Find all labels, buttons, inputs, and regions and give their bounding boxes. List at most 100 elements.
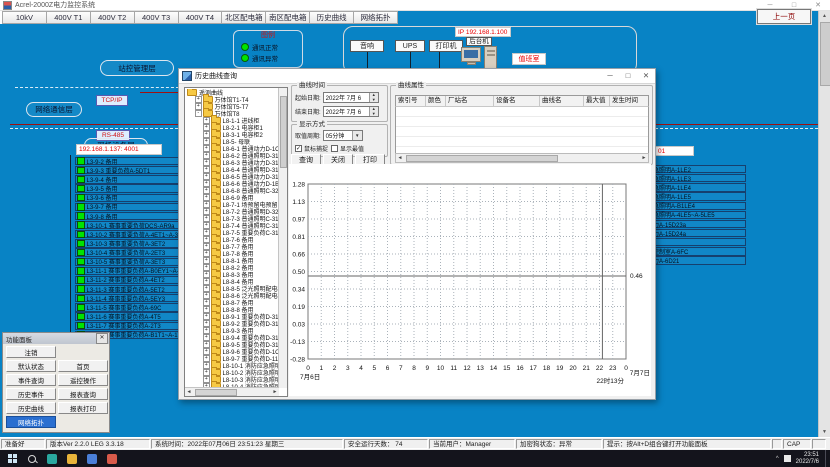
expand-toggle-icon[interactable]: +	[203, 271, 210, 278]
start-date-picker[interactable]: 2022年 7月 6 ▲▼	[323, 92, 379, 103]
tab-历史曲线[interactable]: 历史曲线	[310, 11, 354, 24]
device-row[interactable]: L3-11-6 赛事重要负荷A-4T5	[75, 312, 179, 320]
expand-toggle-icon[interactable]: +	[203, 194, 210, 201]
dialog-close-button[interactable]: ✕	[637, 69, 655, 83]
expand-toggle-icon[interactable]: +	[203, 222, 210, 229]
device-row[interactable]: 急照明A-4LE5~A-5LE5	[650, 211, 746, 219]
table-row[interactable]	[396, 127, 648, 137]
expand-toggle-icon[interactable]: +	[203, 180, 210, 187]
expand-toggle-icon[interactable]: +	[203, 243, 210, 250]
tab-400V T3[interactable]: 400V T3	[135, 11, 179, 24]
expand-toggle-icon[interactable]: +	[203, 376, 210, 383]
expand-toggle-icon[interactable]: +	[203, 264, 210, 271]
spinner-icon[interactable]: ▲▼	[369, 107, 378, 116]
table-row[interactable]	[396, 137, 648, 147]
folder-icon[interactable]	[64, 452, 80, 465]
scrollbar-thumb[interactable]	[820, 22, 830, 86]
func-button-注销[interactable]: 注销	[6, 346, 56, 358]
device-row[interactable]: L3-9-7 备用	[75, 203, 179, 211]
chevron-up-icon[interactable]: ^	[776, 456, 779, 462]
taskbar-app-icon[interactable]	[104, 452, 120, 465]
device-row[interactable]	[650, 238, 746, 246]
expand-toggle-icon[interactable]: +	[203, 145, 210, 152]
expand-toggle-icon[interactable]: +	[203, 166, 210, 173]
taskbar-app-icon[interactable]	[84, 452, 100, 465]
tree-vertical-scrollbar[interactable]	[278, 88, 287, 388]
printer-node[interactable]: 打印机	[429, 40, 463, 52]
expand-toggle-icon[interactable]: +	[203, 187, 210, 194]
expand-toggle-icon[interactable]: +	[203, 201, 210, 208]
taskbar-clock[interactable]: 23:51 2022/7/6	[796, 452, 819, 466]
windows-start-icon[interactable]	[4, 452, 20, 465]
expand-toggle-icon[interactable]: +	[203, 257, 210, 264]
expand-toggle-icon[interactable]: +	[203, 173, 210, 180]
function-panel-titlebar[interactable]: 功能面板 ✕	[3, 333, 109, 344]
chevron-down-icon[interactable]: ▼	[352, 131, 362, 140]
canvas-vertical-scrollbar[interactable]: ▲ ▼	[818, 11, 830, 437]
end-date-picker[interactable]: 2022年 7月 6 ▲▼	[323, 106, 379, 117]
device-row[interactable]: 力A-15D23a	[650, 220, 746, 228]
expand-toggle-icon[interactable]: +	[203, 292, 210, 299]
expand-toggle-icon[interactable]: +	[203, 278, 210, 285]
expand-toggle-icon[interactable]: +	[203, 320, 210, 327]
expand-toggle-icon[interactable]: +	[195, 103, 202, 110]
func-button-默认状态[interactable]: 默认状态	[6, 360, 56, 372]
device-row[interactable]: 急照明A-1LE4	[650, 183, 746, 191]
expand-toggle-icon[interactable]: +	[203, 250, 210, 257]
tray-white-icon[interactable]	[784, 455, 791, 462]
function-panel-close-icon[interactable]: ✕	[96, 333, 108, 344]
show-max-checkbox[interactable]	[331, 145, 338, 152]
taskbar-app-icon[interactable]	[44, 452, 60, 465]
device-row[interactable]: 力A-15D24a	[650, 229, 746, 237]
func-button-首页[interactable]: 首页	[58, 360, 108, 372]
ups-node[interactable]: UPS	[395, 40, 425, 52]
tree-horizontal-scrollbar[interactable]: ◄►	[185, 387, 279, 396]
device-row[interactable]: L3-11-2 赛事重要负荷A-4ET2	[75, 276, 179, 284]
expand-toggle-icon[interactable]: +	[203, 215, 210, 222]
expand-toggle-icon[interactable]: +	[203, 348, 210, 355]
func-button-历史曲线[interactable]: 历史曲线	[6, 402, 56, 414]
device-row[interactable]: L3-11-7 赛事重要负荷A-2T3	[75, 322, 179, 330]
func-button-事件查询[interactable]: 事件查询	[6, 374, 56, 386]
device-row[interactable]: L3-9-4 备用	[75, 175, 179, 183]
speaker-node[interactable]: 音响	[350, 40, 384, 52]
device-row[interactable]: L3-10-5 赛事重要负荷A-3ET3	[75, 258, 179, 266]
table-row[interactable]	[396, 117, 648, 127]
tab-400V T4[interactable]: 400V T4	[179, 11, 223, 24]
device-row[interactable]: L3-11-5 赛事重要负荷A-69C	[75, 303, 179, 311]
expand-toggle-icon[interactable]: +	[203, 229, 210, 236]
tab-10kV[interactable]: 10kV	[2, 11, 47, 24]
backend-computer-icon[interactable]	[461, 47, 481, 62]
device-row[interactable]: L3-9-2 备用	[75, 157, 179, 165]
period-combo[interactable]: 05分钟 ▼	[323, 130, 363, 141]
expand-toggle-icon[interactable]: +	[203, 208, 210, 215]
device-row[interactable]: L3-9-3 重要负荷A-5DT1	[75, 166, 179, 174]
dialog-minimize-button[interactable]: ─	[601, 69, 619, 83]
device-row[interactable]: L3-9-6 备用	[75, 194, 179, 202]
tab-400V T1[interactable]: 400V T1	[47, 11, 91, 24]
expand-toggle-icon[interactable]: +	[203, 341, 210, 348]
tab-北区配电箱[interactable]: 北区配电箱	[222, 11, 266, 24]
expand-toggle-icon[interactable]: +	[203, 138, 210, 145]
mouse-capture-checkbox[interactable]: ✓	[295, 145, 302, 152]
expand-toggle-icon[interactable]: +	[203, 369, 210, 376]
func-button-历史事件[interactable]: 历史事件	[6, 388, 56, 400]
device-row[interactable]: L3-11-3 赛事重要负荷A-5ET2	[75, 285, 179, 293]
expand-toggle-icon[interactable]: +	[203, 334, 210, 341]
device-row[interactable]: 力A-6D21	[650, 256, 746, 264]
prev-page-button[interactable]: 上一页	[757, 9, 811, 24]
device-row[interactable]: 急照明A-1LE3	[650, 174, 746, 182]
device-row[interactable]: 急照明A-B1LE4	[650, 202, 746, 210]
expand-toggle-icon[interactable]: +	[203, 131, 210, 138]
expand-toggle-icon[interactable]: +	[203, 306, 210, 313]
func-button-active[interactable]: 网络拓扑	[6, 416, 56, 428]
scrollbar-thumb[interactable]	[406, 155, 558, 162]
tab-南区配电箱[interactable]: 南区配电箱	[266, 11, 310, 24]
tab-400V T2[interactable]: 400V T2	[91, 11, 135, 24]
dialog-maximize-button[interactable]: □	[619, 69, 637, 83]
expand-toggle-icon[interactable]: +	[203, 124, 210, 131]
expand-toggle-icon[interactable]: +	[203, 313, 210, 320]
table-horizontal-scrollbar[interactable]: ◄►	[395, 153, 649, 163]
func-button-遥控操作[interactable]: 遥控操作	[58, 374, 108, 386]
device-row[interactable]: L3-9-8 备用	[75, 212, 179, 220]
